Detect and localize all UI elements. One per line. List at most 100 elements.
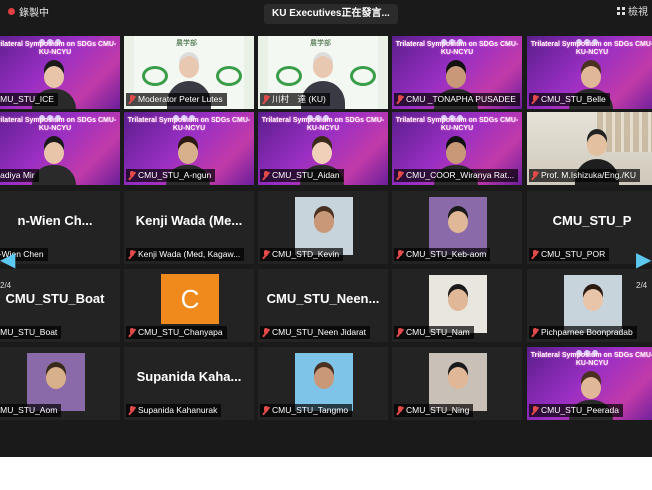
person-head <box>314 211 334 233</box>
initial-avatar: C <box>161 274 219 324</box>
participant-name-label: CMU_STU_ICE <box>0 93 58 106</box>
muted-mic-icon <box>396 95 404 104</box>
participant-tile[interactable]: CMU_STU_Neen... CMU_STU_Neen Jidarat <box>258 269 388 342</box>
person-head <box>44 66 64 88</box>
page-indicator-right: 2/4 <box>636 281 648 290</box>
muted-mic-icon <box>531 171 539 180</box>
participant-name: CMU _TONAPHA PUSADEE <box>406 94 516 104</box>
participant-name-label: Pichparnee Boonpradab <box>529 326 637 339</box>
participant-name-label: CMU_STU_Keb-aom <box>394 248 491 261</box>
participant-name: CMU_STU_Peerada <box>541 405 619 415</box>
logo-icons <box>575 36 609 45</box>
person-head <box>581 377 601 399</box>
meeting-top-bar: 錄製中 KU Executives正在發言... 檢視 <box>0 0 652 34</box>
participant-name-display: CMU_STU_Boat <box>5 291 105 306</box>
participant-name-label: CMU_STU_Peerada <box>529 404 623 417</box>
profile-photo <box>295 353 353 411</box>
participant-tile[interactable]: CMU_STU_Tangmo <box>258 347 388 420</box>
gallery-view: Trilateral Symposium on SDGs CMU-KU-NCYU… <box>0 33 652 457</box>
participant-name-label: CMU_STD_Kevin <box>260 248 344 261</box>
muted-mic-icon <box>262 406 270 415</box>
person-head <box>587 134 607 156</box>
participant-name: Kenji Wada (Med, Kagaw... <box>138 249 241 259</box>
participant-name: CMU_STU_Belle <box>541 94 606 104</box>
participant-name-display: Kenji Wada (Me... <box>135 213 243 228</box>
muted-mic-icon <box>531 406 539 415</box>
participant-tile[interactable]: Prof. M.Ishizuka/Eng./KU <box>527 112 652 185</box>
symposium-banner: Trilateral Symposium on SDGs CMU-KU-NCYU <box>395 41 519 56</box>
participant-tile[interactable]: Trilateral Symposium on SDGs CMU-KU-NCYU… <box>392 36 522 109</box>
next-page-arrow-icon[interactable]: ▶ <box>636 247 651 272</box>
person-head <box>448 289 468 311</box>
participant-tile[interactable]: Trilateral Symposium on SDGs CMU-KU-NCYU… <box>527 347 652 420</box>
muted-mic-icon <box>128 406 136 415</box>
recording-indicator[interactable]: 錄製中 <box>8 4 49 19</box>
participant-tile[interactable]: Trilateral Symposium on SDGs CMU-KU-NCYU… <box>124 112 254 185</box>
participant-name: CMU_STU_Aom <box>0 405 58 415</box>
participant-tile[interactable]: Supanida Kaha... Supanida Kahanurak <box>124 347 254 420</box>
logo-icons <box>38 112 72 121</box>
participant-tile[interactable]: Kenji Wada (Me... Kenji Wada (Med, Kagaw.… <box>124 191 254 264</box>
logo-icons <box>440 36 474 45</box>
participant-name: CMU_STU_POR <box>541 249 606 259</box>
university-logo-icon <box>142 66 168 86</box>
view-button[interactable]: 檢視 <box>617 3 648 18</box>
person-head <box>179 56 199 78</box>
participant-name: Prof. M.Ishizuka/Eng./KU <box>541 170 636 180</box>
participant-name-label: CMU_STU_Chanyapa <box>126 326 227 339</box>
participant-tile[interactable]: 農学部 川村 達 (KU) <box>258 36 388 109</box>
participant-tile[interactable]: CMU_STU_Ning <box>392 347 522 420</box>
muted-mic-icon <box>128 328 136 337</box>
participant-name: Nadiya Mir <box>0 170 35 180</box>
muted-mic-icon <box>128 95 136 104</box>
person-head <box>46 367 66 389</box>
participant-name-label: CMU_STU_POR <box>529 248 610 261</box>
participant-tile[interactable]: CMU_STU_Aom <box>0 347 120 420</box>
participant-tile[interactable]: CMU_STU_Boat CMU_STU_Boat <box>0 269 120 342</box>
person-head <box>44 142 64 164</box>
muted-mic-icon <box>262 328 270 337</box>
profile-photo <box>429 353 487 411</box>
participant-name-label: CMU _TONAPHA PUSADEE <box>394 93 520 106</box>
active-speaker-label: KU Executives正在發言... <box>264 4 398 24</box>
logo-icons <box>306 112 340 121</box>
participant-name-label: CMU_STU_Boat <box>0 326 62 339</box>
muted-mic-icon <box>531 95 539 104</box>
participant-tile[interactable]: CMU_STU_P CMU_STU_POR <box>527 191 652 264</box>
participant-tile[interactable]: 農学部 Moderator Peter Lutes <box>124 36 254 109</box>
person-head <box>448 367 468 389</box>
participant-name-label: 川村 達 (KU) <box>260 93 330 106</box>
participant-name: CMU_COOR_Wiranya Rat... <box>406 170 515 180</box>
person-head <box>446 66 466 88</box>
person-head <box>446 142 466 164</box>
participant-name-label: CMU_STU_Belle <box>529 93 610 106</box>
participant-tile[interactable]: Trilateral Symposium on SDGs CMU-KU-NCYU… <box>392 112 522 185</box>
participant-name-label: CMU_COOR_Wiranya Rat... <box>394 169 519 182</box>
previous-page-arrow-icon[interactable]: ◀ <box>0 247 15 272</box>
symposium-banner: Trilateral Symposium on SDGs CMU-KU-NCYU <box>127 117 251 132</box>
participant-tile[interactable]: Trilateral Symposium on SDGs CMU-KU-NCYU… <box>0 112 120 185</box>
participant-tile[interactable]: Pichparnee Boonpradab <box>527 269 652 342</box>
university-logo-icon <box>276 66 302 86</box>
person-head <box>583 289 603 311</box>
participant-tile[interactable]: Trilateral Symposium on SDGs CMU-KU-NCYU… <box>0 36 120 109</box>
participant-tile[interactable]: n-Wien Ch...n-Wien Chen <box>0 191 120 264</box>
recording-label: 錄製中 <box>19 8 49 19</box>
participant-name: CMU_STU_ICE <box>0 94 54 104</box>
participant-tile[interactable]: Trilateral Symposium on SDGs CMU-KU-NCYU… <box>258 112 388 185</box>
muted-mic-icon <box>531 250 539 259</box>
profile-photo <box>295 197 353 255</box>
participant-tile[interactable]: CMU_STD_Kevin <box>258 191 388 264</box>
participant-name: Moderator Peter Lutes <box>138 94 223 104</box>
muted-mic-icon <box>531 328 539 337</box>
participant-tile[interactable]: CMU_STU_Keb-aom <box>392 191 522 264</box>
participant-name-label: Supanida Kahanurak <box>126 404 222 417</box>
symposium-banner: Trilateral Symposium on SDGs CMU-KU-NCYU <box>395 117 519 132</box>
muted-mic-icon <box>262 250 270 259</box>
symposium-banner: Trilateral Symposium on SDGs CMU-KU-NCYU <box>530 352 652 367</box>
participant-tile[interactable]: C CMU_STU_Chanyapa <box>124 269 254 342</box>
profile-photo <box>429 197 487 255</box>
symposium-banner: Trilateral Symposium on SDGs CMU-KU-NCYU <box>0 117 117 132</box>
participant-tile[interactable]: CMU_STU_Nam <box>392 269 522 342</box>
participant-tile[interactable]: Trilateral Symposium on SDGs CMU-KU-NCYU… <box>527 36 652 109</box>
